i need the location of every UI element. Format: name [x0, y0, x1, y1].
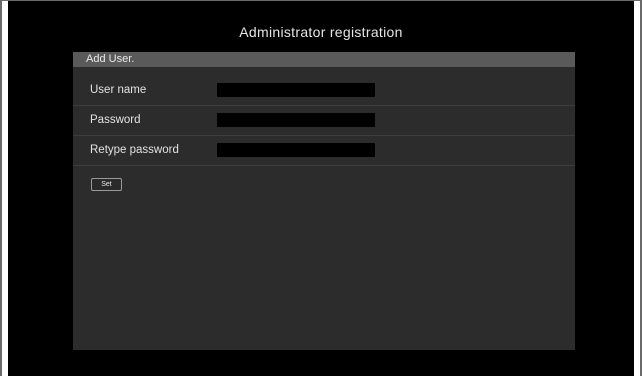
user-name-label: User name: [90, 84, 147, 96]
password-label: Password: [90, 114, 141, 126]
password-input[interactable]: [217, 113, 375, 127]
set-button[interactable]: Set: [91, 178, 122, 191]
screen: Administrator registration Add User. Use…: [8, 1, 634, 376]
password-row: Password: [73, 106, 575, 136]
retype-password-label: Retype password: [90, 144, 179, 156]
user-name-row: User name: [73, 76, 575, 106]
retype-password-row: Retype password: [73, 136, 575, 166]
page-title: Administrator registration: [239, 24, 403, 40]
panel-header: Add User.: [73, 52, 575, 67]
panel-header-label: Add User.: [86, 53, 135, 65]
user-name-input[interactable]: [217, 83, 375, 97]
retype-password-input[interactable]: [217, 143, 375, 157]
add-user-panel: Add User. User name Password Retype pass…: [73, 52, 575, 350]
